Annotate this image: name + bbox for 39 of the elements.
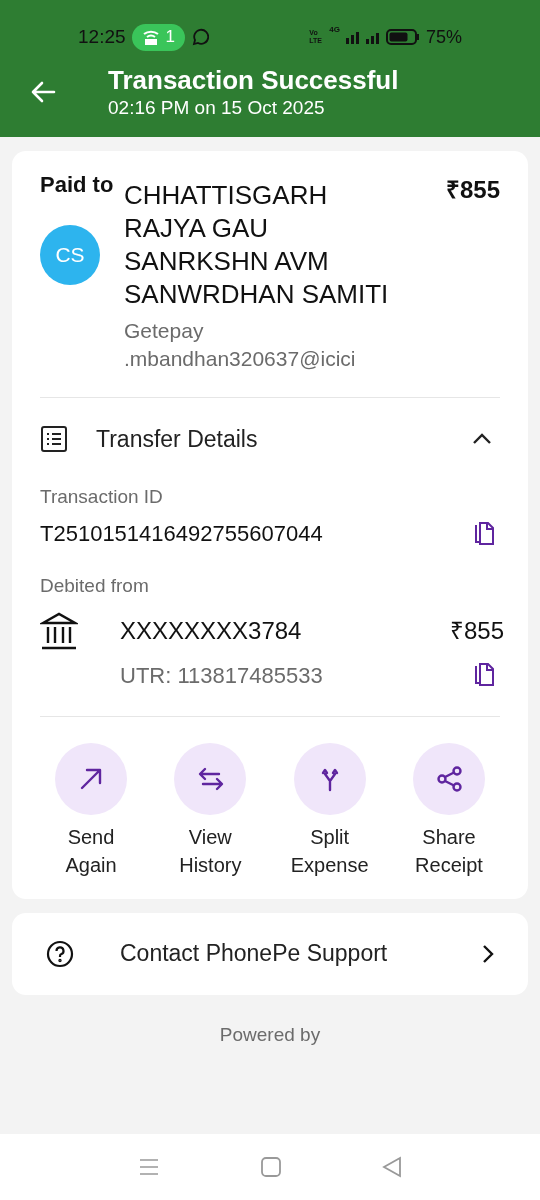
bank-icon	[40, 610, 78, 651]
status-time: 12:25	[78, 24, 126, 49]
action-label: Send Again	[64, 824, 118, 878]
chevron-right-icon	[482, 943, 494, 964]
utr-number: UTR: 113817485533	[120, 661, 323, 690]
upi-id: Getepay .mbandhan320637@icici	[124, 318, 357, 372]
back-triangle-icon[interactable]	[382, 1156, 402, 1178]
paid-to-label: Paid to	[40, 171, 115, 199]
amount: ₹855	[445, 175, 500, 205]
page-title: Transaction Successful	[108, 64, 399, 96]
back-arrow-icon[interactable]	[30, 80, 56, 104]
field-label: Debited from	[40, 574, 150, 598]
network-label: 4G	[329, 23, 340, 36]
account-number: XXXXXXXX3784	[120, 615, 302, 646]
battery-percent: 75%	[425, 25, 462, 49]
support-card[interactable]: Contact PhonePe Support	[12, 912, 528, 995]
home-square-icon[interactable]	[260, 1156, 282, 1178]
signal-icon	[345, 30, 380, 44]
debited-amount: ₹855	[449, 615, 504, 646]
action-label: Share Receipt	[414, 824, 484, 878]
field-label: Transaction ID	[40, 484, 164, 509]
chevron-icon[interactable]	[472, 433, 492, 446]
list-icon	[40, 425, 68, 454]
action-label: View History	[178, 824, 243, 878]
powered-by-text: Powered by	[219, 1022, 321, 1047]
copy-icon[interactable]	[472, 520, 496, 547]
page-subtitle: 02:16 PM on 15 Oct 2025	[108, 96, 326, 120]
battery-icon	[385, 29, 420, 45]
copy-icon[interactable]	[472, 662, 496, 688]
hotspot-icon	[141, 29, 160, 45]
chat-icon	[191, 28, 209, 46]
hotspot-badge: 1	[131, 23, 185, 51]
section-title: Transfer Details	[96, 425, 258, 454]
support-label: Contact PhonePe Support	[120, 939, 388, 969]
avatar: CS	[40, 225, 100, 285]
payee-name: CHHATTISGARH RAJYA GAU SANRKSHN AVM SANWRDHAN SAMITI	[124, 179, 390, 311]
action-label: Split Expense	[289, 824, 370, 878]
help-icon	[46, 939, 74, 968]
transaction-id: T2510151416492755607044	[40, 520, 323, 548]
